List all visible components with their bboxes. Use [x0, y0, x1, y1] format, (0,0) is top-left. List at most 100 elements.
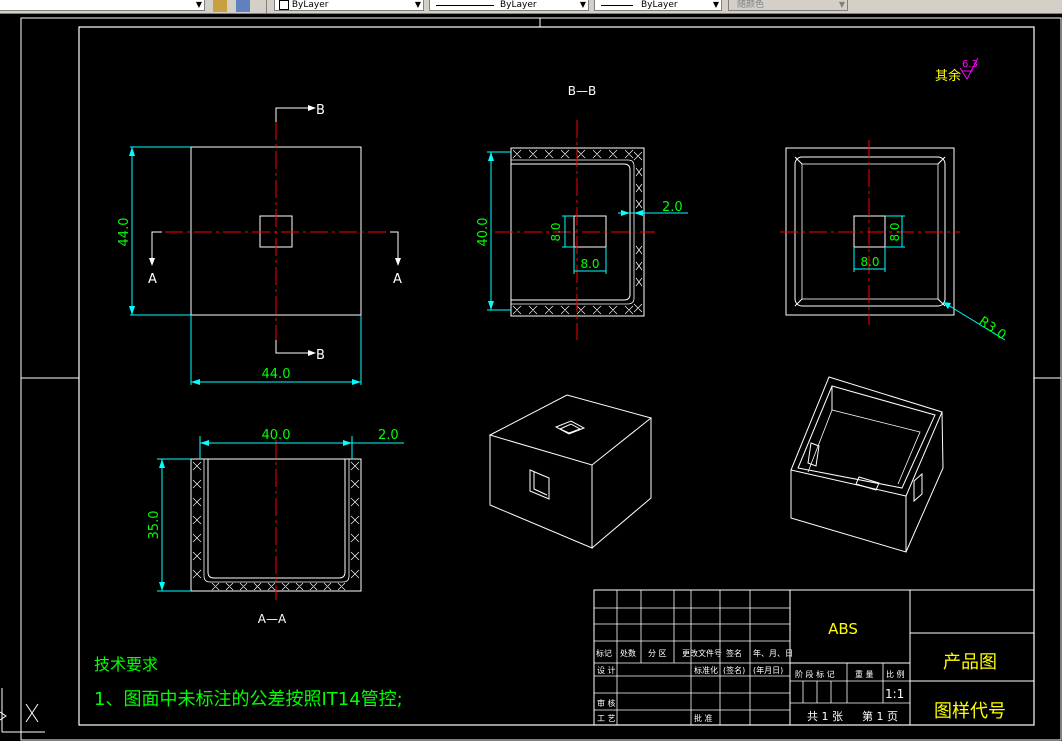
tb-weight-label: 重 量: [855, 669, 874, 679]
section-bb-view: B—B 40.0 8.0 8.0 2.0: [476, 84, 688, 340]
iso-front-hole: [533, 472, 548, 496]
cut-label-b-bottom: B: [316, 348, 325, 363]
front-view: A A B B 44.0 44.0: [117, 103, 402, 385]
arrow-icon: [200, 440, 209, 446]
hatch-left: [192, 461, 202, 579]
toolbar-separator: [266, 0, 267, 13]
dim-front-height: 44.0: [117, 218, 132, 247]
plotstyle-value: 随颜色: [737, 0, 765, 10]
arrow-icon: [308, 350, 316, 356]
tb-row-approve: 批 准: [694, 713, 713, 723]
iso-open-hole: [807, 442, 820, 467]
cut-line-a-right: [390, 231, 399, 262]
hatch-bottom: [211, 582, 346, 591]
tb-scale-value: 1:1: [885, 687, 904, 701]
iso-top-face: [488, 394, 653, 466]
tech-item: 1、图面中未标注的公差按照IT14管控;: [94, 689, 403, 710]
tb-header-3: 更改文件号: [682, 648, 722, 658]
section-aa-view: A—A 40.0 2.0 35.0: [147, 428, 404, 626]
cut-line-b-bottom: [275, 340, 312, 354]
tb-header-1: 处数: [620, 648, 636, 658]
tb-sheet-no: 第 1 页: [862, 709, 898, 723]
arrow-icon: [149, 258, 155, 266]
plotstyle-dropdown[interactable]: 随颜色 ▼: [728, 0, 848, 11]
color-swatch-icon: [279, 0, 289, 10]
layer-dropdown[interactable]: ▼: [0, 0, 205, 11]
tb-header-5: 年、月、日: [753, 648, 793, 658]
surface-finish-symbol: 其余 6.3: [935, 57, 979, 84]
arrow-icon: [634, 210, 643, 216]
cut-label-a-left: A: [148, 272, 157, 287]
inside-view: 8.0 8.0 R3.0: [780, 140, 1009, 343]
arrow-icon: [129, 147, 135, 156]
dim-aa-wall: 2.0: [378, 428, 399, 443]
dim-side-hole-h: 8.0: [888, 222, 902, 241]
iso-open-rim: [790, 376, 943, 497]
linetype-value: ByLayer: [500, 0, 537, 10]
surface-value: 6.3: [962, 59, 978, 70]
tb-row-date: (年月日): [753, 665, 783, 675]
sheet-outer-border: [20, 17, 1062, 741]
section-aa-title: A—A: [258, 612, 287, 626]
arrow-icon: [488, 301, 494, 310]
chevron-down-icon: ▼: [414, 0, 421, 9]
section-bb-title: B—B: [568, 84, 596, 98]
sheet-inner-border: [78, 26, 1035, 726]
dim-front-width: 44.0: [262, 367, 291, 382]
chevron-down-icon: ▼: [838, 0, 845, 9]
iso-side-face: [591, 418, 652, 549]
ucs-arrow: [0, 711, 7, 721]
tb-drawing-code: 图样代号: [934, 701, 1006, 722]
dim-aa-height: 35.0: [147, 511, 162, 540]
layer-previous-icon[interactable]: [236, 0, 250, 12]
tb-header-0: 标记: [596, 648, 612, 658]
lineweight-dropdown[interactable]: ByLayer ▼: [594, 0, 722, 11]
iso-open-hole: [913, 472, 923, 503]
title-block: 标记 处数 分 区 更改文件号 签名 年、月、日 设 计 标准化 (签名) (年…: [593, 589, 1035, 726]
tb-stage-label: 阶 段 标 记: [795, 669, 835, 679]
dim-side-hole-w: 8.0: [860, 255, 879, 269]
arrow-icon: [395, 258, 401, 266]
arrow-icon: [352, 379, 361, 385]
dim-bb-hole-h: 8.0: [549, 222, 563, 241]
tb-header-4: 签名: [726, 648, 742, 658]
arrow-icon: [159, 582, 165, 591]
layer-manager-icon[interactable]: [213, 0, 227, 12]
chevron-down-icon: ▼: [579, 0, 586, 9]
dim-bb-height: 40.0: [476, 218, 491, 247]
color-control-value: ByLayer: [291, 0, 329, 10]
arrow-icon: [621, 210, 630, 216]
iso-front-face: [489, 435, 593, 549]
linetype-dropdown[interactable]: ByLayer ▼: [429, 0, 589, 11]
lineweight-value: ByLayer: [641, 0, 678, 10]
chevron-down-icon: ▼: [712, 0, 719, 9]
color-control-dropdown[interactable]: ByLayer ▼: [274, 0, 424, 11]
surface-note: 其余: [935, 68, 961, 84]
hatch-side: [635, 167, 643, 287]
tb-row-check: 审 核: [597, 698, 616, 708]
arrow-icon: [129, 306, 135, 315]
arrow-icon: [308, 105, 316, 111]
iso-open-front: [790, 470, 907, 553]
tb-row-design: 设 计: [597, 665, 616, 675]
tb-row-std: 标准化: [694, 665, 718, 675]
dim-bb-hole-w: 8.0: [580, 257, 599, 271]
iso-top-hole: [554, 420, 586, 435]
iso-view-open: [790, 376, 944, 553]
tb-material: ABS: [828, 620, 858, 638]
iso-top-hole: [558, 423, 582, 434]
dim-bb-wall: 2.0: [662, 200, 683, 215]
tech-title: 技术要求: [94, 655, 158, 674]
iso-view-closed: [488, 394, 653, 549]
tb-row-process: 工 艺: [597, 714, 616, 723]
hatch-right: [350, 461, 360, 579]
arrow-icon: [191, 379, 200, 385]
cut-line-b-top: [275, 107, 312, 122]
cut-label-a-right: A: [393, 272, 402, 287]
tb-sheets-total: 共 1 张: [807, 710, 843, 723]
cut-line-a-left: [151, 231, 162, 262]
line-preview: [436, 5, 494, 6]
tb-row-sign: (签名): [723, 665, 745, 675]
drawing-canvas[interactable]: A A B B 44.0 44.0 B—B 40.0 8.0 8.0 2.0 8…: [0, 13, 1062, 741]
properties-toolbar: ▼ ByLayer ▼ ByLayer ▼ ByLayer ▼ 随颜色 ▼: [0, 0, 1062, 14]
